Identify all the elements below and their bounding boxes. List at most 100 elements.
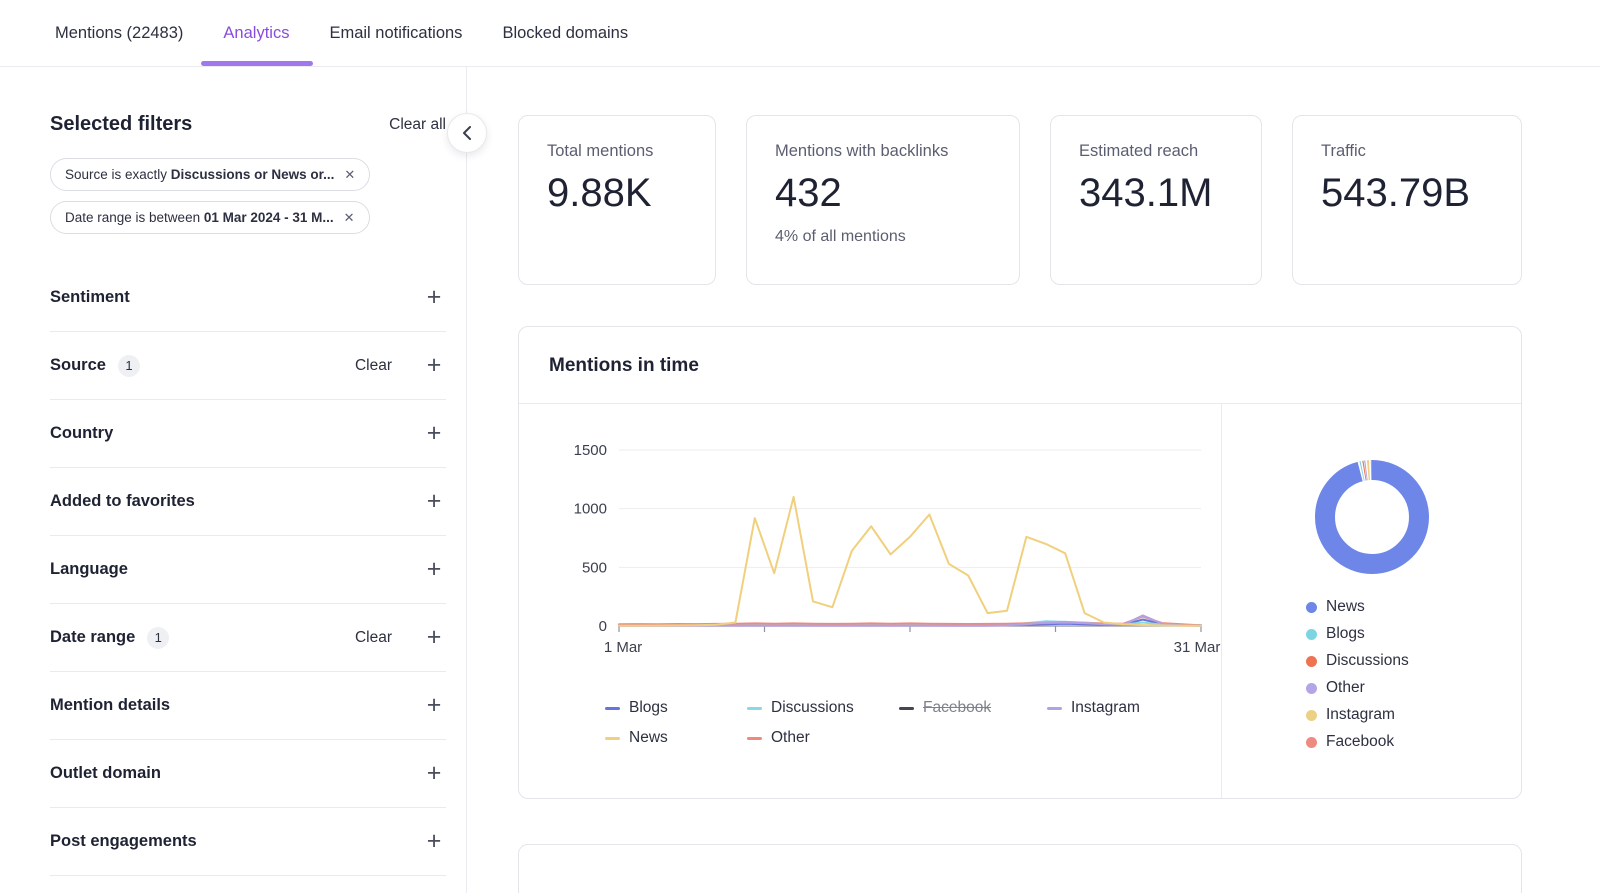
filter-count-badge: 1 (118, 355, 140, 377)
legend-item-discussions[interactable]: Discussions (747, 699, 899, 717)
analytics-main: Total mentions 9.88K Mentions with backl… (468, 67, 1600, 893)
filter-row-label: Added to favorites (50, 492, 195, 511)
filter-count-badge: 1 (147, 627, 169, 649)
donut-legend-item-facebook[interactable]: Facebook (1306, 733, 1521, 751)
svg-text:1500: 1500 (574, 442, 607, 459)
chevron-left-icon (462, 125, 472, 141)
tab-blocked-domains-label: Blocked domains (502, 24, 628, 43)
legend-item-other[interactable]: Other (747, 729, 899, 747)
filter-row-mention-details: Mention details + (50, 672, 446, 740)
filter-row-added-to-favorites: Added to favorites + (50, 468, 446, 536)
donut-legend: News Blogs Discussions Other (1222, 598, 1521, 751)
donut-legend-item-news[interactable]: News (1306, 598, 1521, 616)
stat-value: 9.88K (547, 171, 687, 216)
mentions-line-chart: 0500100015001 Mar31 Mar (539, 434, 1221, 674)
legend-swatch (605, 707, 620, 710)
filters-sidebar: Selected filters Clear all Source is exa… (0, 67, 467, 893)
plus-icon[interactable]: + (422, 353, 446, 378)
plus-icon[interactable]: + (422, 625, 446, 650)
legend-item-facebook[interactable]: Facebook (899, 699, 1047, 717)
stat-value: 543.79B (1321, 171, 1493, 216)
legend-swatch (1047, 707, 1062, 710)
svg-text:500: 500 (582, 559, 607, 576)
tab-email-notifications-label: Email notifications (329, 24, 462, 43)
legend-label: Blogs (629, 699, 668, 717)
donut-legend-item-other[interactable]: Other (1306, 679, 1521, 697)
selected-filters-title: Selected filters (50, 113, 192, 136)
legend-item-blogs[interactable]: Blogs (605, 699, 747, 717)
filter-row-label: Language (50, 560, 128, 579)
plus-icon[interactable]: + (422, 489, 446, 514)
filter-row-language: Language + (50, 536, 446, 604)
legend-swatch (605, 737, 620, 740)
stat-label: Mentions with backlinks (775, 142, 991, 161)
close-icon[interactable]: ✕ (344, 211, 355, 224)
clear-filter-link[interactable]: Clear (355, 629, 392, 647)
filter-row-date-range: Date range 1 Clear + (50, 604, 446, 672)
tab-email-notifications[interactable]: Email notifications (329, 0, 462, 66)
legend-label: Facebook (1326, 733, 1394, 751)
legend-dot (1306, 683, 1317, 694)
tab-analytics[interactable]: Analytics (223, 0, 289, 66)
filter-row-source: Source 1 Clear + (50, 332, 446, 400)
legend-label: Facebook (923, 699, 991, 717)
stat-note: 4% of all mentions (775, 228, 991, 246)
stat-value: 343.1M (1079, 171, 1233, 216)
stat-label: Traffic (1321, 142, 1493, 161)
legend-label: Other (1326, 679, 1365, 697)
line-chart-area: 0500100015001 Mar31 Mar Blogs Discussion… (519, 404, 1221, 798)
legend-swatch (747, 737, 762, 740)
filter-row-label: Post engagements (50, 832, 197, 851)
filter-row-label: Sentiment (50, 288, 130, 307)
tab-blocked-domains[interactable]: Blocked domains (502, 0, 628, 66)
sidebar-collapse-button[interactable] (447, 113, 487, 153)
tab-analytics-label: Analytics (223, 24, 289, 43)
top-tab-bar: Mentions (22483) Analytics Email notific… (0, 0, 1600, 67)
plus-icon[interactable]: + (422, 285, 446, 310)
stat-card-traffic: Traffic 543.79B (1292, 115, 1522, 285)
filter-row-outlet-domain: Outlet domain + (50, 740, 446, 808)
filter-row-post-engagements: Post engagements + (50, 808, 446, 876)
filter-row-label: Source (50, 356, 106, 375)
filter-row-label: Date range (50, 628, 135, 647)
sources-donut-chart (1307, 452, 1437, 582)
stat-card-total-mentions: Total mentions 9.88K (518, 115, 716, 285)
svg-text:1000: 1000 (574, 501, 607, 518)
plus-icon[interactable]: + (422, 693, 446, 718)
close-icon[interactable]: ✕ (344, 168, 355, 181)
legend-item-news[interactable]: News (605, 729, 747, 747)
filter-chips: Source is exactly Discussions or News or… (50, 158, 446, 244)
donut-legend-item-blogs[interactable]: Blogs (1306, 625, 1521, 643)
legend-dot (1306, 710, 1317, 721)
legend-label: News (629, 729, 668, 747)
plus-icon[interactable]: + (422, 829, 446, 854)
legend-swatch (899, 707, 914, 710)
clear-all-filters-link[interactable]: Clear all (389, 116, 446, 134)
line-chart-legend: Blogs Discussions Facebook Instagram (605, 699, 1221, 747)
panel-title: Mentions in time (549, 355, 1491, 377)
legend-label: Instagram (1071, 699, 1140, 717)
donut-legend-item-instagram[interactable]: Instagram (1306, 706, 1521, 724)
stat-label: Total mentions (547, 142, 687, 161)
legend-dot (1306, 656, 1317, 667)
donut-legend-item-discussions[interactable]: Discussions (1306, 652, 1521, 670)
filter-rows: Sentiment + Source 1 Clear + Country + A… (50, 264, 446, 876)
filter-row-sentiment: Sentiment + (50, 264, 446, 332)
filter-chip-date-range: Date range is between 01 Mar 2024 - 31 M… (50, 201, 370, 234)
legend-dot (1306, 737, 1317, 748)
filter-row-label: Country (50, 424, 113, 443)
stat-card-estimated-reach: Estimated reach 343.1M (1050, 115, 1262, 285)
stat-value: 432 (775, 171, 991, 216)
plus-icon[interactable]: + (422, 761, 446, 786)
plus-icon[interactable]: + (422, 421, 446, 446)
legend-dot (1306, 629, 1317, 640)
legend-label: Discussions (771, 699, 854, 717)
stat-card-mentions-with-backlinks: Mentions with backlinks 432 4% of all me… (746, 115, 1020, 285)
svg-text:0: 0 (599, 618, 607, 635)
clear-filter-link[interactable]: Clear (355, 357, 392, 375)
legend-label: Other (771, 729, 810, 747)
filter-chip-source: Source is exactly Discussions or News or… (50, 158, 370, 191)
legend-item-instagram[interactable]: Instagram (1047, 699, 1197, 717)
tab-mentions[interactable]: Mentions (22483) (55, 0, 183, 66)
plus-icon[interactable]: + (422, 557, 446, 582)
